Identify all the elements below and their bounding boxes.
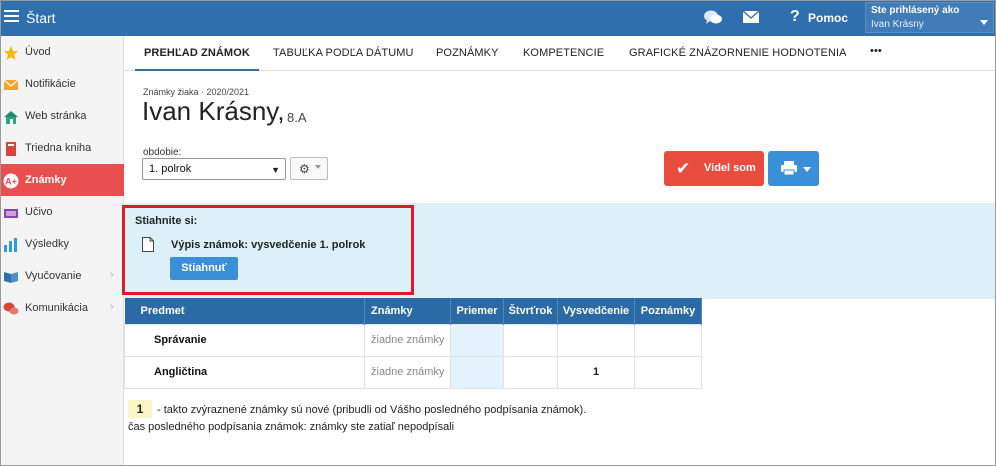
active-tab-indicator [135, 69, 259, 71]
top-bar: Štart ? Pomoc Ste prihlásený ako Ivan Kr… [1, 1, 995, 36]
lesson-icon [4, 209, 18, 218]
report-card-cell: 1 [557, 355, 635, 389]
quarter-cell [503, 355, 558, 389]
sidebar-item-notifikacie[interactable]: Notifikácie [1, 68, 124, 100]
column-header[interactable]: Známky [364, 298, 451, 324]
app-title[interactable]: Štart [26, 10, 56, 26]
mail-icon[interactable] [742, 10, 760, 24]
tab-kompetencie[interactable]: KOMPETENCIE [523, 47, 604, 59]
grades-cell: žiadne známky [364, 323, 451, 357]
gear-icon: ⚙ [299, 162, 310, 176]
last-signed-info: čas posledného podpísania známok: známky… [128, 421, 455, 433]
chevron-down-icon: ▼ [271, 165, 280, 175]
sidebar-item-znamky[interactable]: A+ Známky [1, 164, 124, 196]
new-grade-sample: 1 [128, 400, 152, 418]
sidebar-item-label: Web stránka [25, 110, 87, 122]
document-icon [142, 237, 154, 252]
star-icon [4, 46, 18, 60]
seen-button-label: Videl som [704, 162, 756, 174]
tab-poznamky[interactable]: POZNÁMKY [436, 47, 499, 59]
sidebar-item-triedna-kniha[interactable]: Triedna kniha [1, 132, 124, 164]
settings-button[interactable]: ⚙ [290, 157, 328, 180]
user-name: Ivan Krásny [871, 19, 924, 30]
period-value: 1. polrok [149, 163, 192, 175]
more-tabs-icon[interactable]: ••• [870, 45, 882, 57]
chevron-right-icon: › [110, 269, 114, 281]
user-menu[interactable]: Ste prihlásený ako Ivan Krásny [865, 2, 994, 33]
subject-cell[interactable]: Angličtina [124, 355, 365, 389]
app-window: Štart ? Pomoc Ste prihlásený ako Ivan Kr… [0, 0, 996, 466]
check-icon: ✔ [676, 159, 691, 178]
column-header[interactable]: Predmet [124, 298, 365, 324]
tab-bar: PREHĽAD ZNÁMOK TABUĽKA PODĽA DÁTUMU POZN… [124, 36, 995, 71]
column-header[interactable]: Štvrťrok [503, 298, 558, 324]
chat-bubbles-icon [3, 302, 19, 315]
table-row: Angličtina žiadne známky 1 [124, 355, 702, 389]
grades-table: Predmet Známky Priemer Štvrťrok Vysvedče… [124, 298, 702, 389]
sidebar-item-label: Triedna kniha [25, 142, 92, 154]
notes-cell [634, 355, 702, 389]
chat-icon[interactable] [703, 9, 723, 27]
average-cell [450, 323, 504, 357]
sidebar: Úvod Notifikácie Web stránka Triedna kni… [1, 36, 124, 465]
notes-cell [634, 323, 702, 357]
tab-tabulka-podla-datumu[interactable]: TABUĽKA PODĽA DÁTUMU [273, 47, 414, 59]
open-book-icon [4, 272, 18, 283]
user-heading: Ste prihlásený ako [871, 5, 960, 16]
student-name: Ivan Krásny, [142, 96, 285, 126]
svg-text:A+: A+ [5, 177, 17, 187]
sidebar-item-vyucovanie[interactable]: Vyučovanie › [1, 260, 124, 292]
new-grade-legend: - takto zvýraznené známky sú nové (pribu… [157, 404, 587, 416]
period-label: obdobie: [143, 147, 182, 158]
sidebar-item-label: Výsledky [25, 238, 70, 250]
sidebar-item-label: Komunikácia [25, 302, 88, 314]
caret-down-icon [980, 20, 988, 25]
print-button[interactable] [768, 151, 819, 186]
help-icon[interactable]: ? [790, 8, 800, 26]
quarter-cell [503, 323, 558, 357]
download-button[interactable]: Stiahnuť [170, 257, 238, 280]
column-header[interactable]: Vysvedčenie [557, 298, 635, 324]
bar-chart-icon [4, 238, 17, 252]
sidebar-item-komunikacia[interactable]: Komunikácia › [1, 292, 124, 324]
caret-down-icon [803, 167, 811, 172]
sidebar-item-ucivo[interactable]: Učivo [1, 196, 124, 228]
book-icon [6, 142, 16, 156]
column-header[interactable]: Priemer [450, 298, 504, 324]
download-title: Stiahnite si: [135, 215, 198, 227]
sidebar-item-label: Učivo [25, 206, 53, 218]
tab-graficke-znazornenie[interactable]: GRAFICKÉ ZNÁZORNENIE HODNOTENIA [629, 47, 847, 59]
sidebar-item-label: Úvod [25, 46, 51, 58]
house-icon [4, 111, 18, 124]
sidebar-item-uvod[interactable]: Úvod [1, 36, 124, 68]
table-row: Správanie žiadne známky [124, 323, 702, 357]
help-link[interactable]: Pomoc [808, 11, 848, 25]
download-file-label: Výpis známok: vysvedčenie 1. polrok [171, 239, 366, 251]
subject-cell[interactable]: Správanie [124, 323, 365, 357]
student-class: 8.A [287, 110, 307, 125]
grades-cell: žiadne známky [364, 355, 451, 389]
envelope-icon [3, 79, 19, 90]
grade-icon: A+ [3, 173, 19, 189]
report-card-cell [557, 323, 635, 357]
hamburger-menu-icon[interactable] [4, 10, 19, 23]
average-cell [450, 355, 504, 389]
sidebar-item-web-stranka[interactable]: Web stránka [1, 100, 124, 132]
caret-down-icon [315, 165, 321, 169]
sidebar-item-label: Vyučovanie [25, 270, 82, 282]
sidebar-item-label: Známky [25, 174, 67, 186]
sidebar-item-vysledky[interactable]: Výsledky [1, 228, 124, 260]
printer-icon [781, 161, 797, 176]
table-header-row: Predmet Známky Priemer Štvrťrok Vysvedče… [124, 298, 702, 324]
tab-prehlad-znamok[interactable]: PREHĽAD ZNÁMOK [144, 47, 250, 59]
column-header[interactable]: Poznámky [634, 298, 702, 324]
period-select[interactable]: 1. polrok ▼ [142, 158, 286, 180]
chevron-right-icon: › [110, 301, 114, 313]
sidebar-item-label: Notifikácie [25, 78, 76, 90]
seen-button[interactable]: ✔ Videl som [664, 151, 764, 186]
